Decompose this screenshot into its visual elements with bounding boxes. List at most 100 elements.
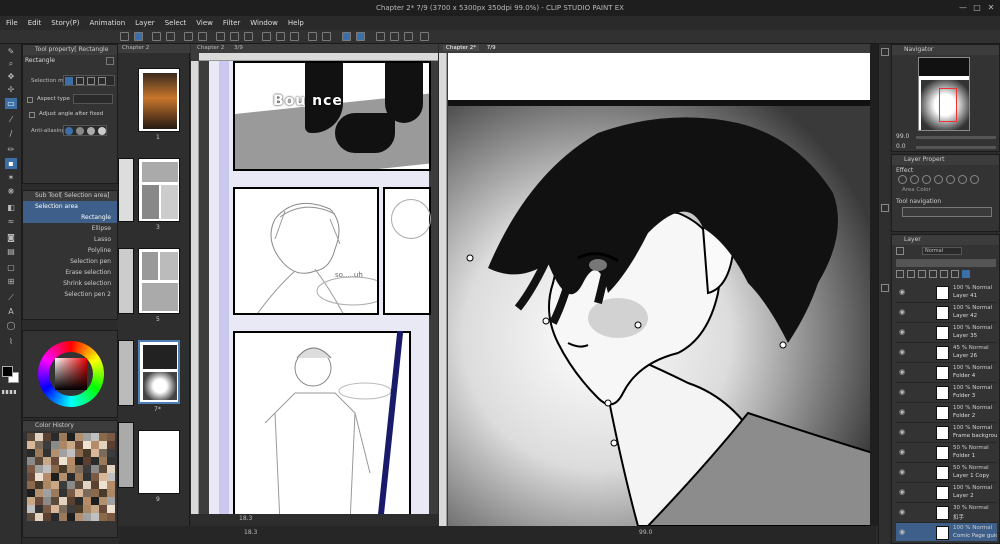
airbrush-tool-icon[interactable]: ✶ [5,172,17,183]
color-history-swatch[interactable] [91,441,99,449]
layer-row[interactable]: ◉ 50 % Normal Folder 1 [896,443,997,463]
color-history-swatch[interactable] [91,497,99,505]
status-zoom-left[interactable]: 18.3 [244,529,257,536]
page-thumb-8[interactable] [118,422,134,488]
color-history-swatch[interactable] [75,481,83,489]
color-history-swatch[interactable] [107,513,115,521]
color-history-swatch[interactable] [107,449,115,457]
canvas-right-scrollbar[interactable] [870,44,878,526]
sub-tool-item-lasso[interactable]: Lasso [23,234,117,245]
color-history-swatch[interactable] [107,505,115,513]
menu-window[interactable]: Window [250,19,278,27]
color-history-swatch[interactable] [75,441,83,449]
color-history-swatch[interactable] [83,481,91,489]
color-history-swatch[interactable] [99,449,107,457]
color-history-swatch[interactable] [99,513,107,521]
selection-mode-buttons[interactable] [63,75,115,86]
aspect-checkbox[interactable] [27,97,33,103]
color-history-swatch[interactable] [27,513,35,521]
color-history-swatch[interactable] [43,465,51,473]
layer-row[interactable]: ◉ 100 % Normal Folder 2 [896,403,997,423]
page-thumb-7-current[interactable] [138,340,180,404]
color-history-swatch[interactable] [27,465,35,473]
fill-tool-icon[interactable]: ◙ [5,232,17,243]
navigator-zoom-slider[interactable] [916,136,996,139]
navigator-tab-icon[interactable] [881,48,889,56]
menu-animation[interactable]: Animation [89,19,125,27]
navigator-angle-value[interactable]: 0.0 [896,143,906,150]
color-history-swatch[interactable] [67,489,75,497]
redo-icon[interactable] [166,32,175,41]
color-history-swatch[interactable] [91,449,99,457]
color-history-swatch[interactable] [59,449,67,457]
color-history-swatch[interactable] [83,465,91,473]
color-history-swatch[interactable] [83,489,91,497]
color-history-swatch[interactable] [91,481,99,489]
color-history-swatch[interactable] [51,513,59,521]
page-thumb-4[interactable] [118,248,134,314]
intersect-selection-icon[interactable] [98,77,106,85]
color-history-swatch[interactable] [59,497,67,505]
color-history-swatch[interactable] [51,465,59,473]
snap-icon[interactable] [262,32,271,41]
menu-edit[interactable]: Edit [28,19,42,27]
color-history-swatch[interactable] [91,465,99,473]
eye-icon[interactable]: ◉ [899,328,907,336]
color-history-swatch[interactable] [99,481,107,489]
sub-tool-item-polyline[interactable]: Polyline [23,245,117,256]
eye-icon[interactable]: ◉ [899,468,907,476]
eraser-tool-icon[interactable]: ◧ [5,202,17,213]
snap-ruler-icon[interactable] [342,32,351,41]
color-history-swatch[interactable] [91,489,99,497]
sub-tool-item-shrink-selection[interactable]: Shrink selection [23,278,117,289]
color-history-swatch[interactable] [59,513,67,521]
aspect-type-dropdown[interactable] [73,94,113,104]
ruler-tool-icon[interactable]: ⟋ [5,292,17,303]
opacity-slider[interactable] [896,259,996,267]
menu-filter[interactable]: Filter [223,19,240,27]
color-history-swatch[interactable] [51,497,59,505]
color-history-swatch[interactable] [51,441,59,449]
color-history-swatch[interactable] [75,433,83,441]
zoom-tool-icon[interactable]: ⌕ [5,58,17,69]
layer-row[interactable]: ◉ 100 % Normal Layer 2 [896,483,997,503]
blend-mode-dropdown[interactable]: Normal [922,247,962,255]
color-history-swatch[interactable] [67,433,75,441]
eye-icon[interactable]: ◉ [899,408,907,416]
color-history-swatch[interactable] [43,433,51,441]
decoration-tool-icon[interactable]: ❋ [5,186,17,197]
canvas-left-tab[interactable]: Chapter 2 3/9 [191,44,438,53]
color-history-swatch[interactable] [43,481,51,489]
perspective-icon[interactable] [322,32,331,41]
layer-toolbar-icons[interactable] [896,270,996,280]
color-history-swatch[interactable] [27,473,35,481]
menu-layer[interactable]: Layer [135,19,155,27]
text-tool-icon[interactable]: A [5,306,17,317]
frame-icon[interactable] [376,32,385,41]
select-icon[interactable] [134,32,143,41]
color-history-swatch[interactable] [35,489,43,497]
color-history-swatch[interactable] [83,457,91,465]
color-history-swatch[interactable] [51,457,59,465]
guide-icon[interactable] [308,32,317,41]
sub-tool-item-rectangle[interactable]: Rectangle [23,212,117,223]
color-icon[interactable] [420,32,429,41]
color-history-swatch[interactable] [43,441,51,449]
undo-icon[interactable] [152,32,161,41]
color-history-swatch[interactable] [75,473,83,481]
eye-icon[interactable]: ◉ [899,488,907,496]
canvas-left-zoom[interactable]: 18.3 [239,515,252,522]
color-history-swatch[interactable] [107,481,115,489]
navigator-preview[interactable] [918,57,970,131]
color-history-swatch[interactable] [35,465,43,473]
color-history-swatch[interactable] [99,465,107,473]
color-history-swatch[interactable] [35,441,43,449]
color-history-swatch[interactable] [107,457,115,465]
color-history-swatch[interactable] [83,449,91,457]
anti-aliasing-selector[interactable] [63,125,107,136]
new-selection-icon[interactable] [65,77,73,85]
color-history-swatch[interactable] [67,513,75,521]
color-history-swatch[interactable] [27,481,35,489]
frame-tool-icon[interactable]: ⊞ [5,276,17,287]
color-history-swatch[interactable] [35,497,43,505]
